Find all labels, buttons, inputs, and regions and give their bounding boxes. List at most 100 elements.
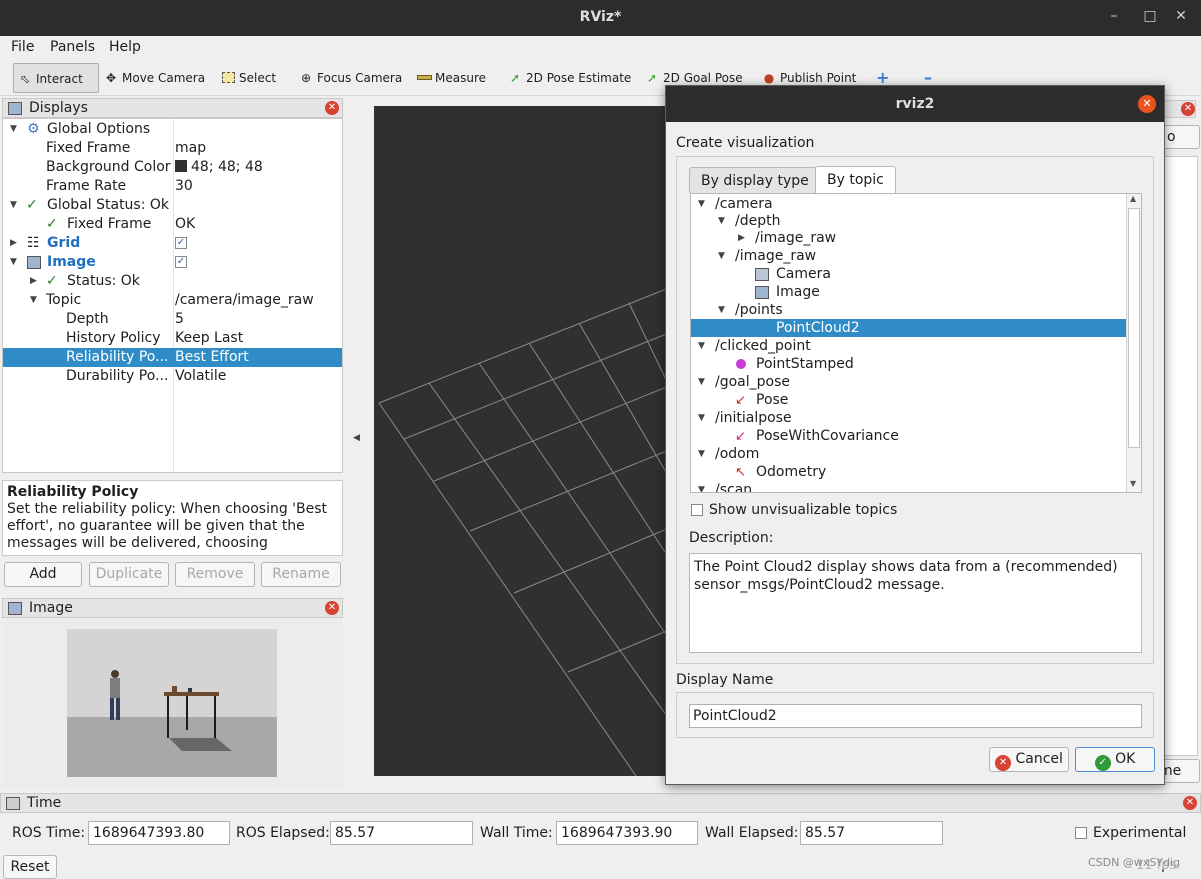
tree-row-gs-fixed-frame[interactable]: ✓ Fixed Frame OK (3, 215, 342, 234)
tab-by-topic[interactable]: By topic (815, 166, 896, 193)
close-icon[interactable]: ✕ (1172, 8, 1190, 24)
chevron-right-icon[interactable]: ▶ (10, 234, 17, 253)
splitter-arrow-icon[interactable]: ◀ (353, 433, 360, 443)
topic-row-points[interactable]: ▼ /points (691, 301, 1126, 319)
pose-estimate-tool-button[interactable]: ➚ 2D Pose Estimate (507, 63, 631, 93)
ros-elapsed-field[interactable]: 85.57 (330, 821, 473, 845)
show-unvisualizable-checkbox[interactable] (691, 504, 703, 516)
grid-icon: ☷ (27, 235, 40, 251)
tree-row-fixed-frame[interactable]: Fixed Frame map (3, 139, 342, 158)
close-icon[interactable]: ✕ (325, 101, 339, 115)
topic-row-depth[interactable]: ▼ /depth (691, 212, 1126, 230)
close-icon[interactable]: ✕ (1183, 796, 1197, 810)
tree-row-global-status[interactable]: ▼ ✓ Global Status: Ok (3, 196, 342, 215)
topic-tree[interactable]: ▲ ▼ ▼ /camera ▼ /depth ▶ /image_raw ▼ /i… (690, 193, 1142, 493)
chevron-down-icon[interactable]: ▼ (10, 120, 17, 139)
topic-row-odom[interactable]: ▼ /odom (691, 445, 1126, 463)
scroll-thumb[interactable] (1128, 208, 1140, 448)
grid-enabled-checkbox[interactable]: ✓ (175, 237, 187, 249)
chevron-down-icon[interactable]: ▼ (698, 409, 705, 427)
tree-row-status-ok[interactable]: ▶ ✓ Status: Ok (3, 272, 342, 291)
topic-row-pose-with-covariance[interactable]: ↙ PoseWithCovariance (691, 427, 1126, 445)
select-tool-button[interactable]: Select (220, 63, 276, 93)
chevron-down-icon[interactable]: ▼ (718, 247, 725, 265)
reset-button[interactable]: Reset (3, 855, 57, 879)
tree-row-reliability-policy[interactable]: Reliability Po... Best Effort (3, 348, 342, 367)
tree-row-background-color[interactable]: Background Color 48; 48; 48 (3, 158, 342, 177)
topic-row-odometry[interactable]: ↖ Odometry (691, 463, 1126, 481)
focus-camera-tool-button[interactable]: ⊕ Focus Camera (298, 63, 402, 93)
menu-panels[interactable]: Panels (50, 39, 95, 55)
chevron-right-icon[interactable]: ▶ (738, 229, 745, 247)
3d-render-view[interactable] (374, 106, 674, 776)
select-box-icon (220, 63, 236, 93)
tree-row-history-policy[interactable]: History Policy Keep Last (3, 329, 342, 348)
tree-row-grid[interactable]: ▶ ☷ Grid ✓ (3, 234, 342, 253)
topic-row-image-display[interactable]: Image (691, 283, 1126, 301)
duplicate-button[interactable]: Duplicate (89, 562, 169, 587)
cancel-button[interactable]: ✕ Cancel (989, 747, 1069, 772)
ok-button[interactable]: ✓ OK (1075, 747, 1155, 772)
menu-help[interactable]: Help (109, 39, 141, 55)
camera-icon (755, 268, 769, 281)
chevron-down-icon[interactable]: ▼ (698, 195, 705, 213)
topic-row-camera[interactable]: ▼ /camera (691, 195, 1126, 213)
wall-elapsed-field[interactable]: 85.57 (800, 821, 943, 845)
display-name-input[interactable]: PointCloud2 (689, 704, 1142, 728)
menu-file[interactable]: File (11, 39, 34, 55)
wall-time-field[interactable]: 1689647393.90 (556, 821, 698, 845)
add-button[interactable]: Add (4, 562, 82, 587)
property-description: Reliability Policy Set the reliability p… (2, 480, 343, 556)
topic-row-clicked-point[interactable]: ▼ /clicked_point (691, 337, 1126, 355)
topic-row-camera-display[interactable]: Camera (691, 265, 1126, 283)
pose-covariance-icon: ↙ (735, 429, 746, 444)
minimize-icon[interactable]: – (1105, 8, 1123, 24)
close-icon[interactable]: ✕ (325, 601, 339, 615)
tree-row-frame-rate[interactable]: Frame Rate 30 (3, 177, 342, 196)
tree-scrollbar[interactable]: ▲ ▼ (1126, 194, 1141, 492)
chevron-down-icon[interactable]: ▼ (718, 301, 725, 319)
maximize-icon[interactable]: □ (1141, 8, 1159, 24)
rename-button[interactable]: Rename (261, 562, 341, 587)
topic-row-pointcloud2[interactable]: ∷ PointCloud2 (691, 319, 1126, 337)
chevron-down-icon[interactable]: ▼ (698, 481, 705, 492)
measure-tool-button[interactable]: Measure (416, 63, 486, 93)
chevron-down-icon[interactable]: ▼ (10, 196, 17, 215)
scroll-up-icon[interactable]: ▲ (1130, 194, 1136, 203)
tree-row-image[interactable]: ▼ Image ✓ (3, 253, 342, 272)
tree-row-depth[interactable]: Depth 5 (3, 310, 342, 329)
tree-row-topic[interactable]: ▼ Topic /camera/image_raw (3, 291, 342, 310)
chevron-down-icon[interactable]: ▼ (718, 212, 725, 230)
topic-row-image-raw[interactable]: ▼ /image_raw (691, 247, 1126, 265)
topic-row-point-stamped[interactable]: PointStamped (691, 355, 1126, 373)
chevron-down-icon[interactable]: ▼ (698, 373, 705, 391)
interact-tool-button[interactable]: ⬁ Interact (13, 63, 99, 93)
topic-row-goal-pose[interactable]: ▼ /goal_pose (691, 373, 1126, 391)
tree-row-global-options[interactable]: ▼ ⚙ Global Options (3, 120, 342, 139)
ros-time-field[interactable]: 1689647393.80 (88, 821, 230, 845)
close-icon[interactable]: ✕ (1181, 102, 1195, 116)
topic-row-depth-image-raw[interactable]: ▶ /image_raw (691, 229, 1126, 247)
image-enabled-checkbox[interactable]: ✓ (175, 256, 187, 268)
tab-by-display-type[interactable]: By display type (689, 167, 821, 193)
displays-tree[interactable]: ▼ ⚙ Global Options Fixed Frame map Backg… (2, 118, 343, 473)
chevron-right-icon[interactable]: ▶ (30, 272, 37, 291)
topic-row-pose[interactable]: ↙ Pose (691, 391, 1126, 409)
chevron-down-icon[interactable]: ▼ (10, 253, 17, 272)
move-camera-tool-button[interactable]: ✥ Move Camera (103, 63, 205, 93)
remove-button[interactable]: Remove (175, 562, 255, 587)
topic-row-initialpose[interactable]: ▼ /initialpose (691, 409, 1126, 427)
show-unvisualizable-label: Show unvisualizable topics (709, 502, 898, 518)
chevron-down-icon[interactable]: ▼ (30, 291, 37, 310)
topic-row-scan[interactable]: ▼ /scan (691, 481, 1126, 492)
close-icon[interactable]: ✕ (1138, 95, 1156, 113)
scroll-down-icon[interactable]: ▼ (1130, 479, 1136, 488)
chevron-down-icon[interactable]: ▼ (698, 445, 705, 463)
experimental-checkbox[interactable] (1075, 827, 1087, 839)
pointcloud-icon: ∷ (755, 322, 762, 335)
menu-bar: File Panels Help (0, 36, 1201, 60)
tree-row-durability-policy[interactable]: Durability Po... Volatile (3, 367, 342, 386)
image-icon (27, 256, 41, 269)
chevron-down-icon[interactable]: ▼ (698, 337, 705, 355)
description-label: Description: (689, 530, 774, 546)
